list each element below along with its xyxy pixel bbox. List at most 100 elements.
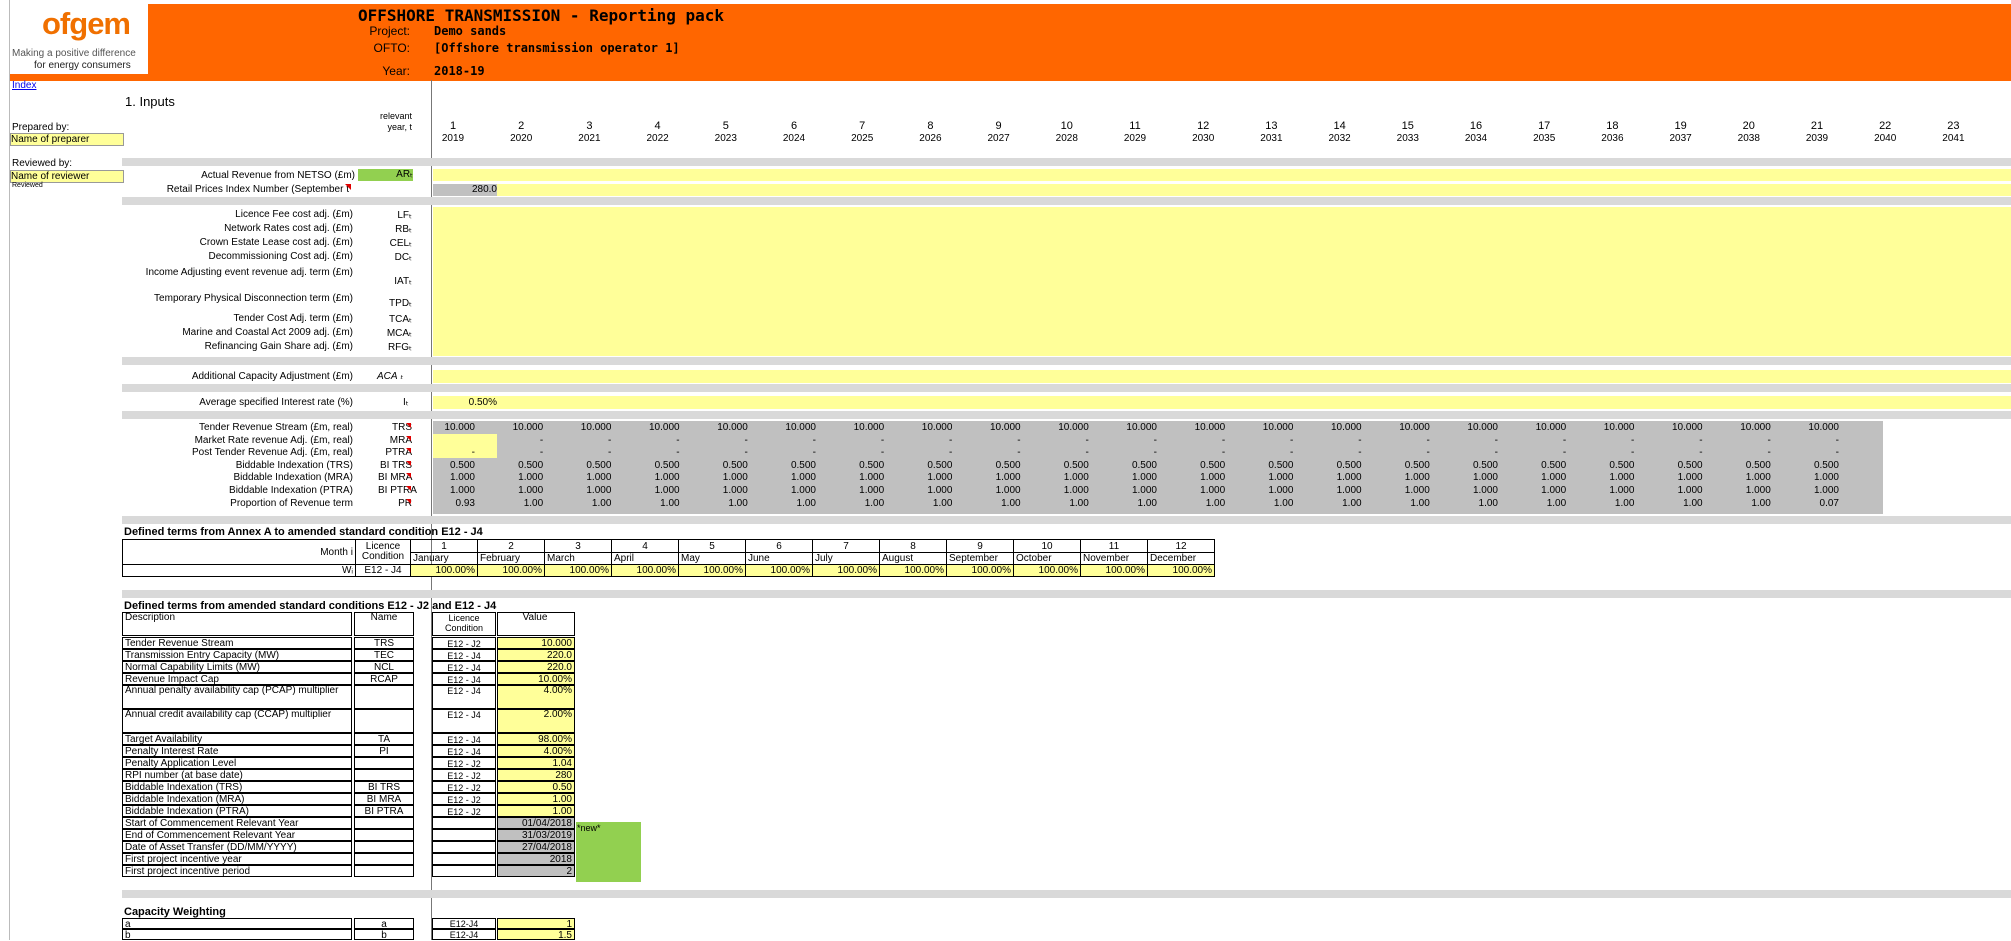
calendar-year: 2030 [1192, 133, 1215, 144]
comment-marker[interactable] [406, 448, 411, 454]
preparer-name-field[interactable]: Name of preparer [10, 133, 124, 146]
revenue-value: 10.000 [1058, 422, 1089, 433]
rpi-value[interactable]: 280.0 [433, 184, 497, 196]
report-title: OFFSHORE TRANSMISSION - Reporting pack [358, 6, 725, 25]
term-value[interactable]: 220.0 [497, 661, 575, 673]
revenue-value: 0.500 [586, 459, 612, 471]
revenue-value: - [1631, 447, 1635, 459]
revenue-value: 10.000 [1331, 422, 1362, 433]
w-value[interactable]: 100.00% [611, 564, 679, 577]
comment-marker[interactable] [406, 473, 411, 479]
project-value[interactable]: Demo sands [434, 24, 506, 38]
term-description: End of Commencement Relevant Year [122, 829, 352, 841]
revenue-label: Biddable Indexation (TRS) [235, 459, 353, 471]
w-value[interactable]: 100.00% [678, 564, 746, 577]
header-banner [10, 4, 2011, 81]
term-value[interactable]: 4.00% [497, 685, 575, 709]
term-value[interactable]: 10.000 [497, 637, 575, 649]
revenue-value: - [1494, 434, 1498, 446]
calendar-year: 2041 [1942, 133, 1965, 144]
revenue-value: 1.000 [995, 472, 1021, 484]
term-value[interactable]: 220.0 [497, 649, 575, 661]
comment-marker[interactable] [406, 423, 411, 428]
revenue-value: 1.000 [1609, 485, 1635, 496]
term-value[interactable]: 280 [497, 769, 575, 781]
term-description: Biddable Indexation (TRS) [122, 781, 352, 793]
term-value[interactable]: 2.00% [497, 709, 575, 733]
index-link[interactable]: Index [12, 80, 36, 91]
adjustments-input-block[interactable] [433, 207, 2011, 356]
term-value[interactable]: 1 [497, 918, 575, 930]
term-value[interactable]: 31/03/2019 [497, 829, 575, 841]
w-value[interactable]: 100.00% [946, 564, 1014, 577]
w-value[interactable]: 100.00% [1080, 564, 1148, 577]
revenue-value: 10.000 [990, 422, 1021, 433]
comment-marker[interactable] [406, 435, 411, 441]
band [122, 516, 2011, 524]
term-value[interactable]: 1.04 [497, 757, 575, 769]
revenue-value: - [1017, 447, 1021, 459]
term-value[interactable]: 2 [497, 865, 575, 877]
term-licence: E12 - J4 [432, 709, 496, 733]
revenue-value: - [1767, 434, 1771, 446]
year-index: 5 [722, 120, 729, 132]
rpi-input-row[interactable] [497, 184, 2011, 196]
revenue-value: - [1767, 447, 1771, 459]
term-value[interactable]: 01/04/2018 [497, 817, 575, 829]
revenue-value: 0.07 [1819, 497, 1839, 509]
revenue-value: - [949, 434, 953, 446]
aca-input-row[interactable] [433, 370, 2011, 383]
ar-input-row[interactable] [433, 169, 2011, 181]
revenue-value: 0.500 [1541, 459, 1567, 471]
w-value[interactable]: 100.00% [745, 564, 813, 577]
term-value[interactable]: 0.50 [497, 781, 575, 793]
interest-symbol: Iₜ [403, 397, 409, 408]
w-value[interactable]: 100.00% [1013, 564, 1081, 577]
revenue-value: - [744, 447, 748, 459]
comment-marker[interactable] [406, 486, 411, 491]
w-value[interactable]: 100.00% [544, 564, 612, 577]
term-value[interactable]: 1.00 [497, 793, 575, 805]
calendar-year: 2026 [919, 133, 942, 144]
term-licence: E12 - J2 [432, 757, 496, 769]
ofto-value[interactable]: [Offshore transmission operator 1] [434, 41, 680, 55]
revenue-value: 1.00 [1410, 497, 1430, 509]
term-description: Penalty Interest Rate [122, 745, 352, 757]
revenue-value: 1.00 [1001, 497, 1021, 509]
revenue-value: - [1085, 434, 1089, 446]
revenue-value: 1.00 [660, 497, 680, 509]
comment-marker[interactable] [345, 184, 351, 190]
w-value[interactable]: 100.00% [812, 564, 880, 577]
w-value[interactable]: 100.00% [410, 564, 478, 577]
year-value[interactable]: 2018-19 [434, 64, 485, 78]
comment-marker[interactable] [406, 498, 411, 504]
term-description: Annual credit availability cap (CCAP) mu… [122, 709, 352, 733]
term-name: TRS [354, 637, 414, 649]
interest-input-row[interactable] [433, 396, 2011, 409]
reviewed-flag[interactable]: Reviewed [12, 182, 43, 189]
w-value[interactable]: 100.00% [477, 564, 545, 577]
interest-value[interactable]: 0.50% [433, 397, 497, 408]
revenue-value: 10.000 [1126, 422, 1157, 433]
term-value[interactable]: 2018 [497, 853, 575, 865]
w-value[interactable]: 100.00% [1147, 564, 1215, 577]
revenue-value: 1.00 [1273, 497, 1294, 509]
w-value[interactable]: 100.00% [879, 564, 947, 577]
term-value[interactable]: 27/04/2018 [497, 841, 575, 853]
revenue-value: 0.500 [1200, 459, 1226, 471]
calendar-year: 2033 [1396, 133, 1419, 144]
revenue-value: 1.000 [449, 472, 475, 484]
term-value[interactable]: 10.00% [497, 673, 575, 685]
term-name [354, 853, 414, 865]
revenue-value: 1.000 [1131, 485, 1157, 496]
revenue-value: 10.000 [1194, 422, 1226, 433]
term-value[interactable]: 1.5 [497, 929, 575, 941]
term-licence: E12 - J4 [432, 649, 496, 661]
term-value[interactable]: 4.00% [497, 745, 575, 757]
calendar-year: 2021 [578, 133, 601, 144]
revenue-value: - [1153, 434, 1157, 446]
term-value[interactable]: 1.00 [497, 805, 575, 817]
w-condition: E12 - J4 [355, 564, 411, 577]
term-value[interactable]: 98.00% [497, 733, 575, 745]
comment-marker[interactable] [406, 460, 411, 466]
